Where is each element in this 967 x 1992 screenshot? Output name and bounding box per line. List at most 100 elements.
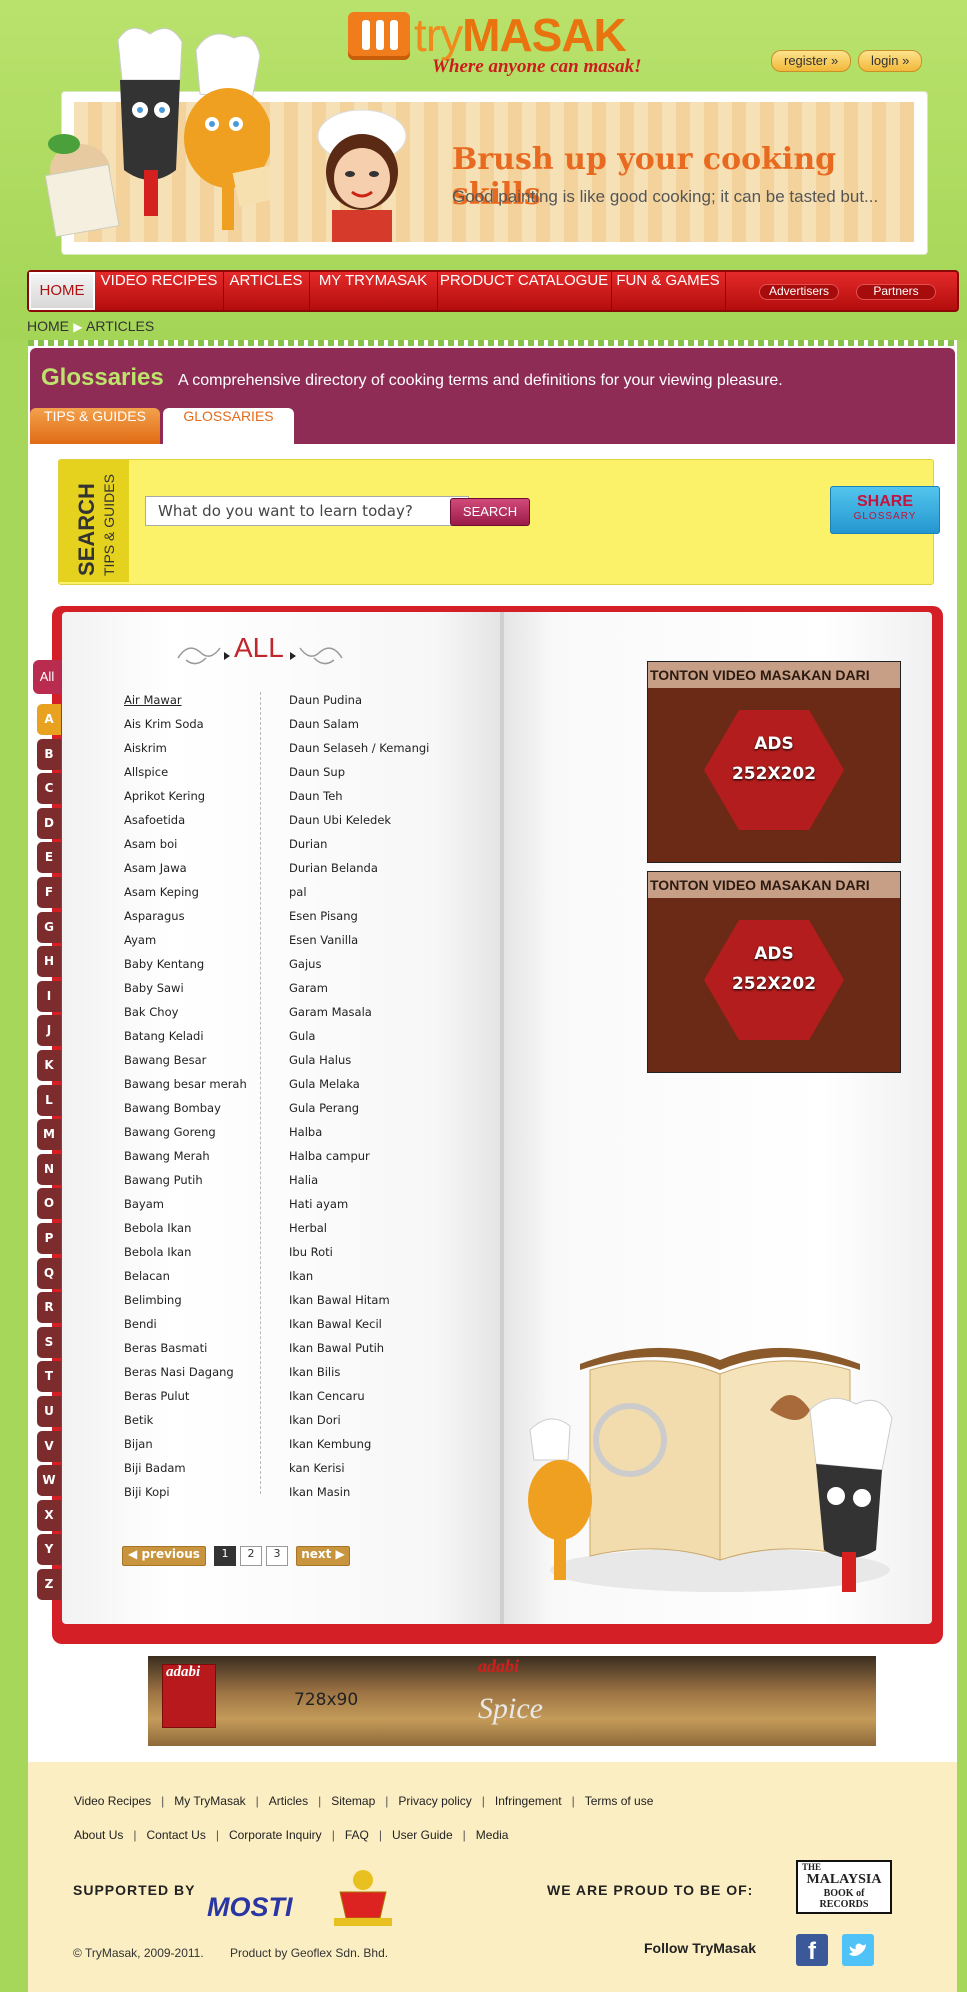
glossary-term-link[interactable]: Asam Keping — [124, 882, 274, 906]
glossary-term-link[interactable]: kan Kerisi — [289, 1458, 439, 1482]
glossary-term-link[interactable]: Beras Nasi Dagang — [124, 1362, 274, 1386]
glossary-term-link[interactable]: Ikan Bawal Hitam — [289, 1290, 439, 1314]
alpha-tab-o[interactable]: O — [37, 1188, 61, 1220]
nav-my-trymasak[interactable]: MY TRYMASAK — [309, 272, 438, 310]
ad-slot-2[interactable]: TONTON VIDEO MASAKAN DARI ADS 252X202 — [647, 871, 901, 1073]
nav-video-recipes[interactable]: VIDEO RECIPES — [95, 272, 224, 310]
glossary-term-link[interactable]: Gula Halus — [289, 1050, 439, 1074]
glossary-term-link[interactable]: Halia — [289, 1170, 439, 1194]
glossary-term-link[interactable]: Asam Jawa — [124, 858, 274, 882]
glossary-term-link[interactable]: Asam boi — [124, 834, 274, 858]
previous-button[interactable]: ◀ previous — [122, 1546, 206, 1566]
alpha-tab-b[interactable]: B — [37, 738, 61, 770]
glossary-term-link[interactable]: Aprikot Kering — [124, 786, 274, 810]
footer-link[interactable]: Corporate Inquiry — [229, 1828, 322, 1842]
nav-product-catalogue[interactable]: PRODUCT CATALOGUE — [437, 272, 612, 310]
glossary-term-link[interactable]: Beras Basmati — [124, 1338, 274, 1362]
tab-tips-guides[interactable]: TIPS & GUIDES — [30, 408, 160, 444]
glossary-term-link[interactable]: Bayam — [124, 1194, 274, 1218]
facebook-icon[interactable]: f — [796, 1934, 828, 1966]
footer-link[interactable]: User Guide — [392, 1828, 453, 1842]
nav-home[interactable]: HOME — [29, 272, 95, 310]
alpha-tab-g[interactable]: G — [37, 911, 61, 943]
glossary-term-link[interactable]: Bawang Bombay — [124, 1098, 274, 1122]
footer-link[interactable]: Sitemap — [331, 1794, 375, 1808]
alpha-tab-r[interactable]: R — [37, 1292, 61, 1324]
glossary-term-link[interactable]: Ayam — [124, 930, 274, 954]
breadcrumb-home[interactable]: HOME — [27, 318, 69, 334]
glossary-term-link[interactable]: Gajus — [289, 954, 439, 978]
footer-link[interactable]: Privacy policy — [398, 1794, 471, 1808]
footer-link[interactable]: About Us — [74, 1828, 123, 1842]
search-input[interactable]: What do you want to learn today? — [145, 496, 469, 526]
nav-advertisers[interactable]: Advertisers — [759, 284, 839, 300]
glossary-term-link[interactable]: Ikan Cencaru — [289, 1386, 439, 1410]
footer-link[interactable]: Infringement — [495, 1794, 562, 1808]
alpha-tab-x[interactable]: X — [37, 1499, 61, 1531]
trymasak-logo[interactable]: tryMASAK Where anyone can masak! — [348, 9, 648, 80]
alpha-tab-d[interactable]: D — [37, 807, 61, 839]
glossary-term-link[interactable]: Daun Sup — [289, 762, 439, 786]
glossary-term-link[interactable]: Baby Kentang — [124, 954, 274, 978]
nav-fun-games[interactable]: FUN & GAMES — [611, 272, 726, 310]
glossary-term-link[interactable]: Asafoetida — [124, 810, 274, 834]
tab-glossaries[interactable]: GLOSSARIES — [163, 408, 294, 444]
footer-link[interactable]: Terms of use — [585, 1794, 654, 1808]
glossary-term-link[interactable]: Durian Belanda — [289, 858, 439, 882]
page-3[interactable]: 3 — [266, 1546, 288, 1566]
glossary-term-link[interactable]: Ikan Dori — [289, 1410, 439, 1434]
glossary-term-link[interactable]: Durian — [289, 834, 439, 858]
search-button[interactable]: SEARCH — [450, 498, 530, 526]
glossary-term-link[interactable]: Air Mawar — [124, 690, 274, 714]
alpha-tab-p[interactable]: P — [37, 1223, 61, 1254]
glossary-term-link[interactable]: pal — [289, 882, 439, 906]
glossary-term-link[interactable]: Daun Ubi Keledek — [289, 810, 439, 834]
footer-link[interactable]: Media — [476, 1828, 509, 1842]
glossary-term-link[interactable]: Ikan Bilis — [289, 1362, 439, 1386]
alpha-tab-i[interactable]: I — [37, 980, 61, 1012]
glossary-term-link[interactable]: Bawang besar merah — [124, 1074, 274, 1098]
glossary-term-link[interactable]: Ikan Masin — [289, 1482, 439, 1506]
glossary-term-link[interactable]: Biji Badam — [124, 1458, 274, 1482]
glossary-term-link[interactable]: Daun Selaseh / Kemangi — [289, 738, 439, 762]
glossary-term-link[interactable]: Bawang Besar — [124, 1050, 274, 1074]
glossary-term-link[interactable]: Betik — [124, 1410, 274, 1434]
glossary-term-link[interactable]: Daun Pudina — [289, 690, 439, 714]
glossary-term-link[interactable]: Daun Salam — [289, 714, 439, 738]
alpha-tab-c[interactable]: C — [37, 773, 61, 805]
glossary-term-link[interactable]: Batang Keladi — [124, 1026, 274, 1050]
page-1[interactable]: 1 — [214, 1546, 236, 1566]
page-2[interactable]: 2 — [240, 1546, 262, 1566]
glossary-term-link[interactable]: Biji Kopi — [124, 1482, 274, 1506]
glossary-term-link[interactable]: Herbal — [289, 1218, 439, 1242]
glossary-term-link[interactable]: Baby Sawi — [124, 978, 274, 1002]
register-button[interactable]: register » — [771, 50, 852, 72]
nav-partners[interactable]: Partners — [856, 284, 936, 300]
glossary-term-link[interactable]: Bawang Putih — [124, 1170, 274, 1194]
glossary-term-link[interactable]: Bebola Ikan — [124, 1218, 274, 1242]
login-button[interactable]: login » — [858, 50, 923, 72]
twitter-icon[interactable] — [842, 1934, 874, 1966]
alpha-tab-h[interactable]: H — [37, 946, 61, 978]
glossary-term-link[interactable]: Garam Masala — [289, 1002, 439, 1026]
mosti-logo[interactable]: MOSTI — [207, 1892, 293, 1923]
nav-articles[interactable]: ARTICLES — [223, 272, 310, 310]
alpha-tab-s[interactable]: S — [37, 1326, 61, 1358]
alpha-tab-e[interactable]: E — [37, 842, 61, 874]
glossary-term-link[interactable]: Ibu Roti — [289, 1242, 439, 1266]
ad-slot-1[interactable]: TONTON VIDEO MASAKAN DARI ADS 252X202 — [647, 661, 901, 863]
glossary-term-link[interactable]: Aiskrim — [124, 738, 274, 762]
alpha-tab-y[interactable]: Y — [37, 1534, 61, 1566]
malaysia-book-of-records-logo[interactable]: THE MALAYSIA BOOK of RECORDS — [796, 1860, 892, 1914]
glossary-term-link[interactable]: Asparagus — [124, 906, 274, 930]
alpha-tab-all[interactable]: All — [33, 660, 61, 694]
alpha-tab-z[interactable]: Z — [37, 1569, 61, 1600]
bottom-ad-banner[interactable]: adabi 728x90 adabi Spice — [148, 1656, 876, 1746]
alpha-tab-l[interactable]: L — [37, 1084, 61, 1116]
footer-link[interactable]: Contact Us — [146, 1828, 205, 1842]
glossary-term-link[interactable]: Daun Teh — [289, 786, 439, 810]
glossary-term-link[interactable]: Belimbing — [124, 1290, 274, 1314]
glossary-term-link[interactable]: Ikan Bawal Putih — [289, 1338, 439, 1362]
alpha-tab-q[interactable]: Q — [37, 1257, 61, 1289]
glossary-term-link[interactable]: Esen Pisang — [289, 906, 439, 930]
